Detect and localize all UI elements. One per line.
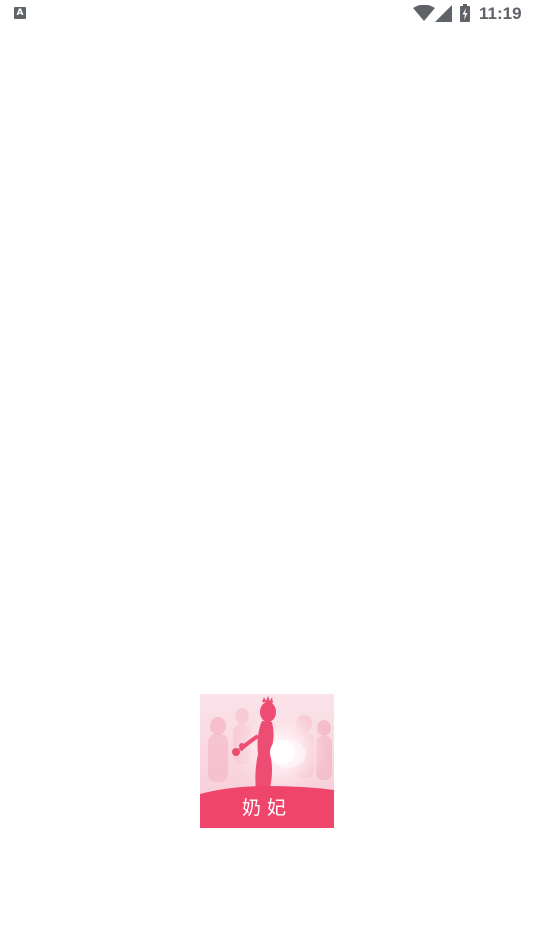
status-bar: A 11:19 [0,0,534,28]
notification-letter: A [16,8,24,18]
app-logo: 奶妃 [200,694,334,828]
splash-screen: A 11:19 奶妃 [0,0,534,950]
cellular-signal-icon [435,5,452,22]
wifi-icon [413,5,435,21]
status-time: 11:19 [479,4,522,23]
logo-text: 奶妃 [241,797,292,819]
notification-a-icon: A [14,7,26,19]
battery-charging-icon [460,4,470,22]
